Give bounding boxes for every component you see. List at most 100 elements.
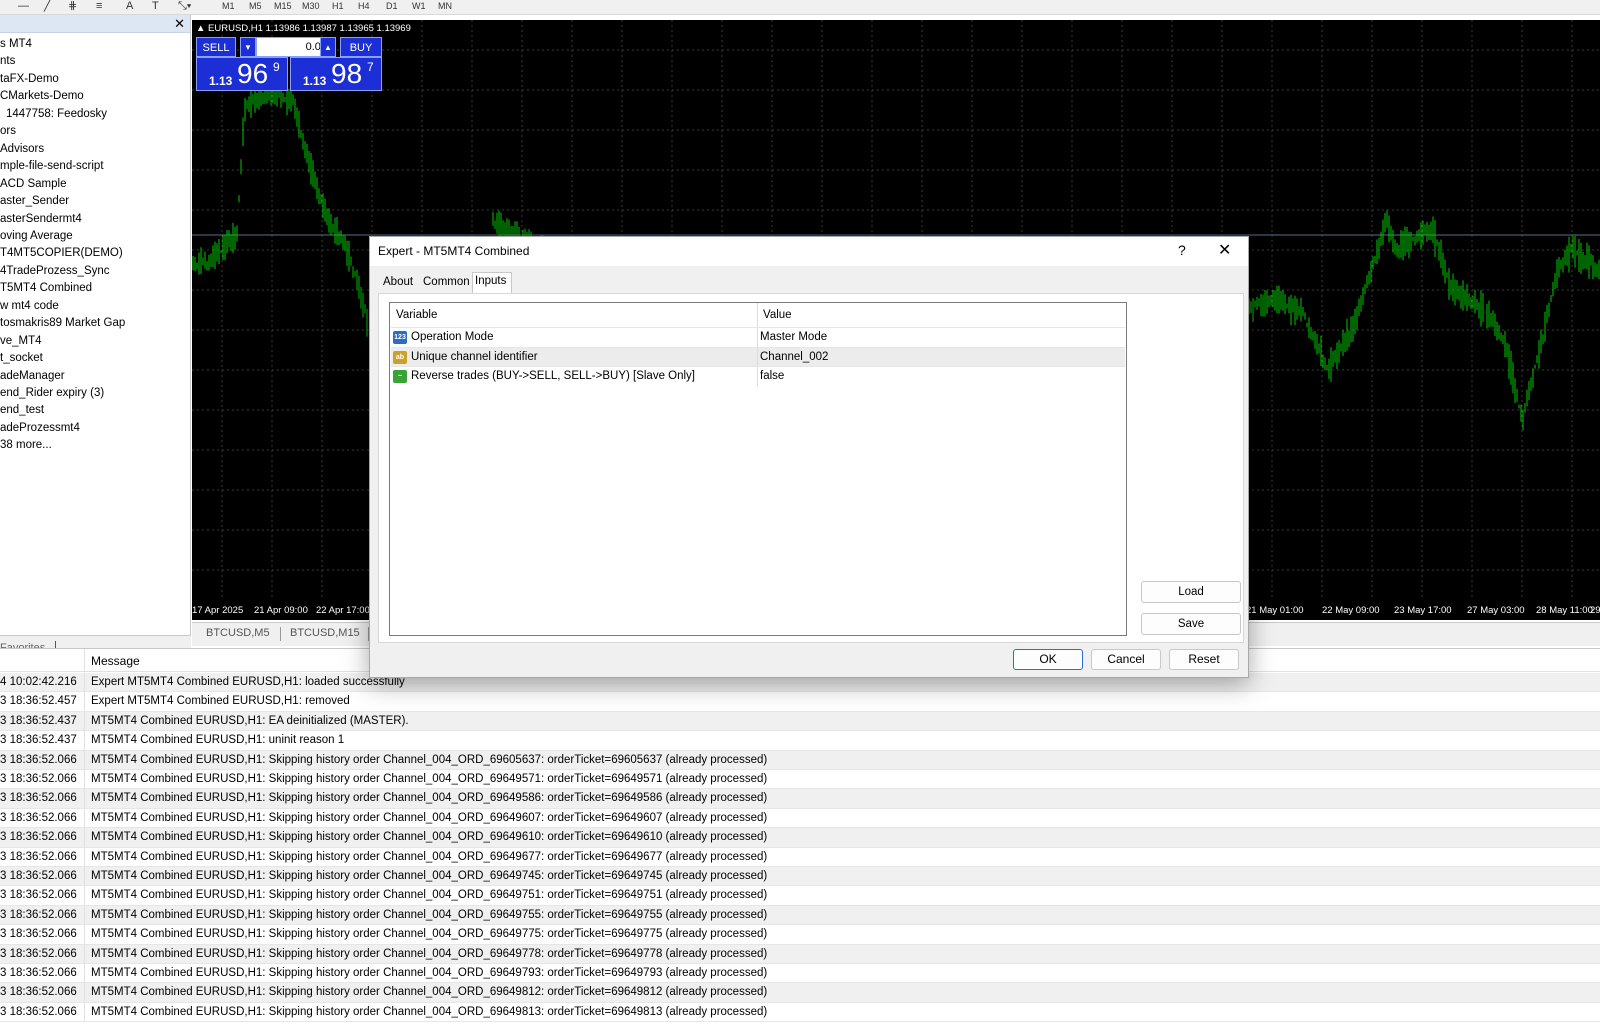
input-row[interactable]: 123 Operation Mode Master Mode bbox=[391, 327, 1125, 347]
log-row[interactable]: 3 18:36:52.066 MT5MT4 Combined EURUSD,H1:… bbox=[0, 808, 1600, 829]
navigator-item[interactable]: Advisors bbox=[0, 142, 44, 156]
shapes-dropdown-icon[interactable]: ⤡▾ bbox=[178, 0, 191, 14]
log-time: 3 18:36:52.066 bbox=[0, 811, 77, 824]
timeframe-h1[interactable]: H1 bbox=[332, 0, 344, 13]
log-row[interactable]: 3 18:36:52.066 MT5MT4 Combined EURUSD,H1:… bbox=[0, 1002, 1600, 1023]
log-time: 3 18:36:52.066 bbox=[0, 831, 77, 844]
buy-button[interactable]: BUY bbox=[340, 37, 382, 57]
collapse-arrow-icon[interactable]: ▲ bbox=[196, 23, 208, 34]
log-row[interactable]: 3 18:36:52.437 MT5MT4 Combined EURUSD,H1:… bbox=[0, 731, 1600, 751]
log-row[interactable]: 3 18:36:52.066 MT5MT4 Combined EURUSD,H1:… bbox=[0, 925, 1600, 945]
navigator-item[interactable]: oving Average bbox=[0, 229, 73, 243]
save-button[interactable]: Save bbox=[1141, 613, 1241, 635]
log-row[interactable]: 3 18:36:52.066 MT5MT4 Combined EURUSD,H1:… bbox=[0, 789, 1600, 809]
buy-price-box[interactable]: 1.13 98 7 bbox=[290, 57, 382, 91]
navigator-item[interactable]: taFX-Demo bbox=[0, 72, 59, 86]
navigator-item[interactable]: end_Rider expiry (3) bbox=[0, 386, 104, 400]
text-label-tool-icon[interactable]: T bbox=[152, 0, 159, 14]
navigator-item[interactable]: mple-file-send-script bbox=[0, 159, 104, 173]
log-message: MT5MT4 Combined EURUSD,H1: Skipping hist… bbox=[91, 947, 768, 960]
input-value[interactable]: Master Mode bbox=[760, 328, 827, 347]
navigator-item[interactable]: 38 more... bbox=[0, 438, 52, 452]
tab-btcusd-m5[interactable]: BTCUSD,M5 bbox=[206, 627, 270, 639]
column-header-message[interactable]: Message bbox=[91, 654, 140, 668]
column-divider bbox=[84, 1002, 85, 1022]
log-row[interactable]: 3 18:36:52.066 MT5MT4 Combined EURUSD,H1:… bbox=[0, 828, 1600, 848]
fibo-tool-icon[interactable]: ≡ bbox=[96, 0, 102, 14]
timeframe-mn[interactable]: MN bbox=[438, 0, 452, 13]
buy-price-prefix: 1.13 bbox=[303, 74, 327, 88]
input-row[interactable]: ab Unique channel identifier Channel_002 bbox=[391, 346, 1125, 367]
column-divider bbox=[84, 983, 85, 1003]
navigator-item[interactable]: ACD Sample bbox=[0, 177, 66, 191]
log-row[interactable]: 3 18:36:52.066 MT5MT4 Combined EURUSD,H1:… bbox=[0, 867, 1600, 887]
input-value[interactable]: false bbox=[760, 367, 784, 386]
navigator-item[interactable]: end_test bbox=[0, 403, 44, 417]
navigator-item[interactable]: 4TradeProzess_Sync bbox=[0, 264, 110, 278]
log-row[interactable]: 3 18:36:52.066 MT5MT4 Combined EURUSD,H1:… bbox=[0, 847, 1600, 867]
navigator-item[interactable]: T5MT4 Combined bbox=[0, 281, 92, 295]
lot-up-icon[interactable]: ▲ bbox=[320, 37, 336, 57]
input-row[interactable]: ~ Reverse trades (BUY->SELL, SELL->BUY) [… bbox=[391, 366, 1125, 386]
cancel-button[interactable]: Cancel bbox=[1091, 649, 1161, 670]
tab-about[interactable]: About bbox=[383, 276, 413, 288]
navigator-item[interactable]: nts bbox=[0, 54, 15, 68]
navigator-item[interactable]: adeManager bbox=[0, 369, 65, 383]
navigator-item[interactable]: ors bbox=[0, 124, 16, 138]
text-tool-icon[interactable]: A bbox=[126, 0, 133, 14]
timeframe-m5[interactable]: M5 bbox=[249, 0, 262, 13]
navigator-item[interactable]: t_socket bbox=[0, 351, 43, 365]
log-row[interactable]: 3 18:36:52.066 MT5MT4 Combined EURUSD,H1:… bbox=[0, 944, 1600, 964]
tab-btcusd-m15[interactable]: BTCUSD,M15 bbox=[290, 627, 360, 639]
line-tool-icon[interactable]: — bbox=[18, 0, 29, 14]
log-row[interactable]: 3 18:36:52.066 MT5MT4 Combined EURUSD,H1:… bbox=[0, 770, 1600, 790]
dialog-titlebar[interactable]: Expert - MT5MT4 Combined ? ✕ bbox=[370, 237, 1248, 266]
reset-button[interactable]: Reset bbox=[1169, 649, 1239, 670]
navigator-item[interactable]: w mt4 code bbox=[0, 299, 59, 313]
sell-price-big: 96 bbox=[237, 58, 269, 89]
load-button[interactable]: Load bbox=[1141, 581, 1241, 603]
x-axis-label: 22 May 09:00 bbox=[1322, 605, 1380, 616]
input-value[interactable]: Channel_002 bbox=[760, 348, 828, 367]
lot-down-icon[interactable]: ▼ bbox=[240, 37, 256, 57]
navigator-item[interactable]: 1447758: Feedosky bbox=[6, 107, 107, 121]
navigator-item[interactable]: aster_Sender bbox=[0, 194, 69, 208]
column-divider bbox=[757, 328, 758, 347]
input-variable: Reverse trades (BUY->SELL, SELL->BUY) [S… bbox=[411, 370, 696, 382]
sell-button[interactable]: SELL bbox=[196, 37, 236, 57]
navigator-item[interactable]: adeProzessmt4 bbox=[0, 421, 80, 435]
timeframe-h4[interactable]: H4 bbox=[358, 0, 370, 13]
close-icon[interactable]: ✕ bbox=[1218, 240, 1231, 260]
log-row[interactable]: 3 18:36:52.066 MT5MT4 Combined EURUSD,H1:… bbox=[0, 886, 1600, 906]
log-row[interactable]: 3 18:36:52.066 MT5MT4 Combined EURUSD,H1:… bbox=[0, 964, 1600, 984]
navigator-item[interactable]: T4MT5COPIER(DEMO) bbox=[0, 246, 123, 260]
timeframe-w1[interactable]: W1 bbox=[412, 0, 426, 13]
ok-button[interactable]: OK bbox=[1013, 649, 1083, 670]
navigator-item[interactable]: CMarkets-Demo bbox=[0, 89, 84, 103]
timeframe-m30[interactable]: M30 bbox=[302, 0, 320, 13]
navigator-item[interactable]: asterSendermt4 bbox=[0, 212, 82, 226]
log-row[interactable]: 3 18:36:52.437 MT5MT4 Combined EURUSD,H1:… bbox=[0, 711, 1600, 732]
timeframe-m15[interactable]: M15 bbox=[274, 0, 292, 13]
help-icon[interactable]: ? bbox=[1178, 242, 1186, 258]
navigator-item[interactable]: tosmakris89 Market Gap bbox=[0, 316, 125, 330]
column-divider bbox=[84, 750, 85, 770]
tab-inputs[interactable]: Inputs bbox=[475, 275, 506, 287]
close-icon[interactable]: ✕ bbox=[174, 16, 185, 31]
channel-tool-icon[interactable]: ⋕ bbox=[68, 0, 77, 14]
trendline-tool-icon[interactable]: ╱ bbox=[44, 0, 51, 14]
log-row[interactable]: 3 18:36:52.457 Expert MT5MT4 Combined EUR… bbox=[0, 692, 1600, 712]
log-row[interactable]: 3 18:36:52.066 MT5MT4 Combined EURUSD,H1:… bbox=[0, 983, 1600, 1003]
string-type-icon: ab bbox=[393, 350, 407, 364]
timeframe-m1[interactable]: M1 bbox=[222, 0, 235, 13]
log-row[interactable]: 3 18:36:52.066 MT5MT4 Combined EURUSD,H1:… bbox=[0, 905, 1600, 926]
navigator-item[interactable]: ve_MT4 bbox=[0, 334, 42, 348]
column-header-value[interactable]: Value bbox=[763, 309, 792, 321]
timeframe-d1[interactable]: D1 bbox=[386, 0, 398, 13]
column-header-variable[interactable]: Variable bbox=[396, 309, 437, 321]
column-divider[interactable] bbox=[84, 649, 85, 672]
sell-price-box[interactable]: 1.13 96 9 bbox=[196, 57, 288, 91]
log-row[interactable]: 3 18:36:52.066 MT5MT4 Combined EURUSD,H1:… bbox=[0, 750, 1600, 770]
tab-common[interactable]: Common bbox=[423, 276, 470, 288]
navigator-item[interactable]: s MT4 bbox=[0, 37, 32, 51]
